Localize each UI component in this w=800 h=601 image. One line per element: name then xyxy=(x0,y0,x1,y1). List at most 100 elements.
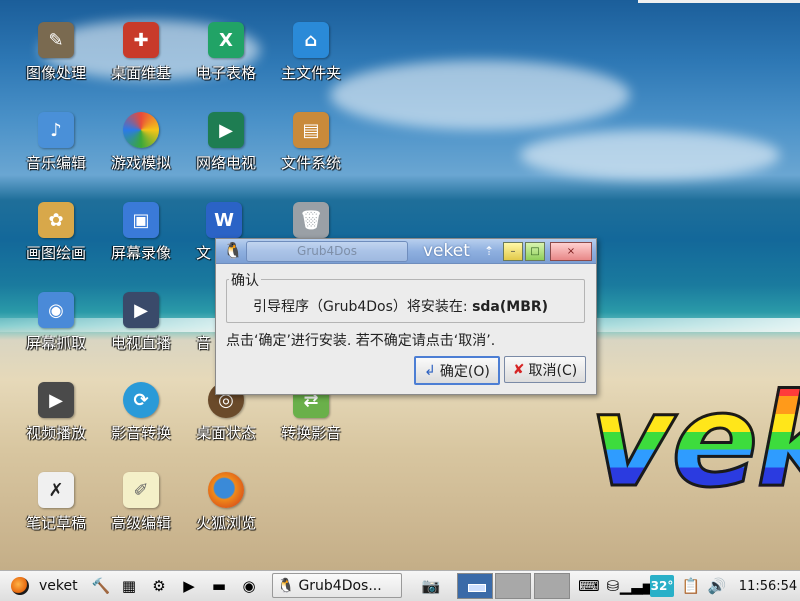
system-monitor-icon[interactable]: ▦ xyxy=(118,575,140,597)
live-tv-icon: ▶ xyxy=(123,292,159,328)
desktop-icon-paint[interactable]: ✿ 画图绘画 xyxy=(16,202,96,263)
tux-icon: 🐧 xyxy=(277,577,295,594)
start-menu-button[interactable]: veket xyxy=(39,575,83,597)
spreadsheet-icon: X xyxy=(208,22,244,58)
cancel-button-label: 取消(C) xyxy=(528,362,578,379)
desktop-icon-label: 画图绘画 xyxy=(25,244,86,262)
notes-icon: ✗ xyxy=(38,472,74,508)
desktop-icon-label: 转换影音 xyxy=(280,424,341,442)
desktop-icon-label: 影音转换 xyxy=(110,424,171,442)
network-tv-icon: ▶ xyxy=(208,112,244,148)
desktop-icon-filesystem[interactable]: ▤ 文件系统 xyxy=(271,112,351,173)
game-emulator-icon xyxy=(123,112,159,148)
taskbar-window-label: Grub4Dos... xyxy=(298,577,382,594)
firefox-icon xyxy=(208,472,244,508)
desktop-icon-label: 音 xyxy=(196,334,212,352)
terminal-icon[interactable]: ▬ xyxy=(208,575,230,597)
screenshot-icon: ◉ xyxy=(38,292,74,328)
workspace-2[interactable] xyxy=(495,573,531,599)
desktop-icon-video-player[interactable]: ▶ 视频播放 xyxy=(16,382,96,443)
network-tools-icon[interactable]: ⚙ xyxy=(148,575,170,597)
workspace-window-preview xyxy=(468,584,486,592)
minimize-button[interactable]: – xyxy=(503,242,523,261)
clock[interactable]: 11:56:54 xyxy=(738,575,798,597)
desktop-icon-media-convert[interactable]: ⟳ 影音转换 xyxy=(101,382,181,443)
desktop-icon-label: 屏幕抓取 xyxy=(25,334,86,352)
confirm-group-label: 确认 xyxy=(229,270,261,290)
desktop-icon-label: 屏幕录像 xyxy=(110,244,171,262)
filesystem-icon: ▤ xyxy=(293,112,329,148)
wallpaper-logo: veket xyxy=(589,376,800,507)
desktop-icon-game-emulator[interactable]: 游戏模拟 xyxy=(101,112,181,173)
cancel-button[interactable]: ✘ 取消(C) xyxy=(504,356,586,383)
desktop-icon-wiki[interactable]: ✚ 桌面维基 xyxy=(101,22,181,83)
network-signal-icon[interactable]: ▁▃▅ xyxy=(620,575,655,597)
workspace-3[interactable] xyxy=(534,573,570,599)
media-convert-icon: ⟳ xyxy=(123,382,159,418)
desktop-icon-label: 网络电视 xyxy=(195,154,256,172)
desktop-icon-home-folder[interactable]: ⌂ 主文件夹 xyxy=(271,22,351,83)
desktop-icon-notes[interactable]: ✗ 笔记草稿 xyxy=(16,472,96,533)
desktop-icon-label: 视频播放 xyxy=(25,424,86,442)
wallpaper-cloud xyxy=(520,130,780,180)
desktop-icon-screen-recorder[interactable]: ▣ 屏幕录像 xyxy=(101,202,181,263)
temperature-indicator[interactable]: 32° xyxy=(650,575,674,597)
start-menu-logo-icon[interactable] xyxy=(9,575,31,597)
advanced-editor-icon: ✐ xyxy=(123,472,159,508)
taskbar: veket 🔨 ▦ ⚙ ▶ ▬ ◉ 🐧 Grub4Dos... 📷 ⌨ ⛁ ▁▃… xyxy=(0,570,800,601)
desktop-icon-network-tv[interactable]: ▶ 网络电视 xyxy=(186,112,266,173)
desktop-icon-audio[interactable]: 音 xyxy=(186,292,216,353)
desktop-icon-label: 火狐浏览 xyxy=(195,514,256,532)
desktop-icon-image-editor[interactable]: ✎ 图像处理 xyxy=(16,22,96,83)
desktop-icon-live-tv[interactable]: ▶ 电视直播 xyxy=(101,292,181,353)
media-play-icon[interactable]: ▶ xyxy=(178,575,200,597)
dialog-title-bar[interactable]: 🐧 Grub4Dos veket ⇡ – □ × xyxy=(216,239,596,264)
word-icon: W xyxy=(206,202,242,238)
install-message-prefix: 引导程序（Grub4Dos）将安装在: xyxy=(253,299,473,315)
volume-icon[interactable]: 🔊 xyxy=(706,575,728,597)
desktop-icon-spreadsheet[interactable]: X 电子表格 xyxy=(186,22,266,83)
grub4dos-confirm-dialog: 🐧 Grub4Dos veket ⇡ – □ × 确认 引导程序（Grub4Do… xyxy=(215,238,597,395)
hammer-tool-icon[interactable]: 🔨 xyxy=(90,575,112,597)
desktop-icon-label: 笔记草稿 xyxy=(25,514,86,532)
enter-arrow-icon: ↲ xyxy=(424,362,436,379)
window-title: veket xyxy=(423,241,470,261)
video-player-icon: ▶ xyxy=(38,382,74,418)
workspace-1[interactable] xyxy=(457,573,493,599)
tux-icon: 🐧 xyxy=(223,241,243,260)
desktop-icon-music-editor[interactable]: ♪ 音乐编辑 xyxy=(16,112,96,173)
desktop-icon-label: 音乐编辑 xyxy=(25,154,86,172)
trash-icon: 🗑 xyxy=(293,202,329,238)
camera-icon[interactable]: 📷 xyxy=(420,575,442,597)
paint-icon: ✿ xyxy=(38,202,74,238)
shade-arrow-icon[interactable]: ⇡ xyxy=(484,242,494,260)
clipboard-icon[interactable]: 📋 xyxy=(680,575,702,597)
desktop-icon-trash[interactable]: 🗑 xyxy=(271,202,351,242)
ok-button-label: 确定(O) xyxy=(439,363,490,380)
install-target-device: sda(MBR) xyxy=(472,299,549,315)
keyboard-icon[interactable]: ⌨ xyxy=(578,575,600,597)
taskbar-window-button[interactable]: 🐧 Grub4Dos... xyxy=(272,573,402,598)
screen-record-icon: ▣ xyxy=(123,202,159,238)
gimp-icon: ✎ xyxy=(38,22,74,58)
desktop-icon-label: 主文件夹 xyxy=(280,64,341,82)
install-target-message: 引导程序（Grub4Dos）将安装在: sda(MBR) xyxy=(253,296,548,316)
desktop-icon-label: 电视直播 xyxy=(110,334,171,352)
desktop-icon-label: 桌面维基 xyxy=(110,64,171,82)
screen-top-strip xyxy=(638,0,800,3)
desktop-icon-label: 高级编辑 xyxy=(110,514,171,532)
instruction-text: 点击‘确定’进行安装. 若不确定请点击‘取消’. xyxy=(226,333,496,349)
cancel-x-icon: ✘ xyxy=(512,361,525,378)
maximize-button[interactable]: □ xyxy=(525,242,545,261)
window-tab-title[interactable]: Grub4Dos xyxy=(246,241,408,262)
close-button[interactable]: × xyxy=(550,242,592,261)
desktop-icon-label: 文件系统 xyxy=(280,154,341,172)
desktop-icon-screenshot[interactable]: ◉ 屏幕抓取 xyxy=(16,292,96,353)
home-folder-icon: ⌂ xyxy=(293,22,329,58)
globe-icon[interactable]: ◉ xyxy=(238,575,260,597)
desktop-icon-label: 电子表格 xyxy=(195,64,256,82)
desktop-icon-advanced-editor[interactable]: ✐ 高级编辑 xyxy=(101,472,181,533)
desktop-icon-firefox[interactable]: 火狐浏览 xyxy=(186,472,266,533)
desktop-icon-label: 图像处理 xyxy=(25,64,86,82)
ok-button[interactable]: ↲ 确定(O) xyxy=(414,356,500,385)
